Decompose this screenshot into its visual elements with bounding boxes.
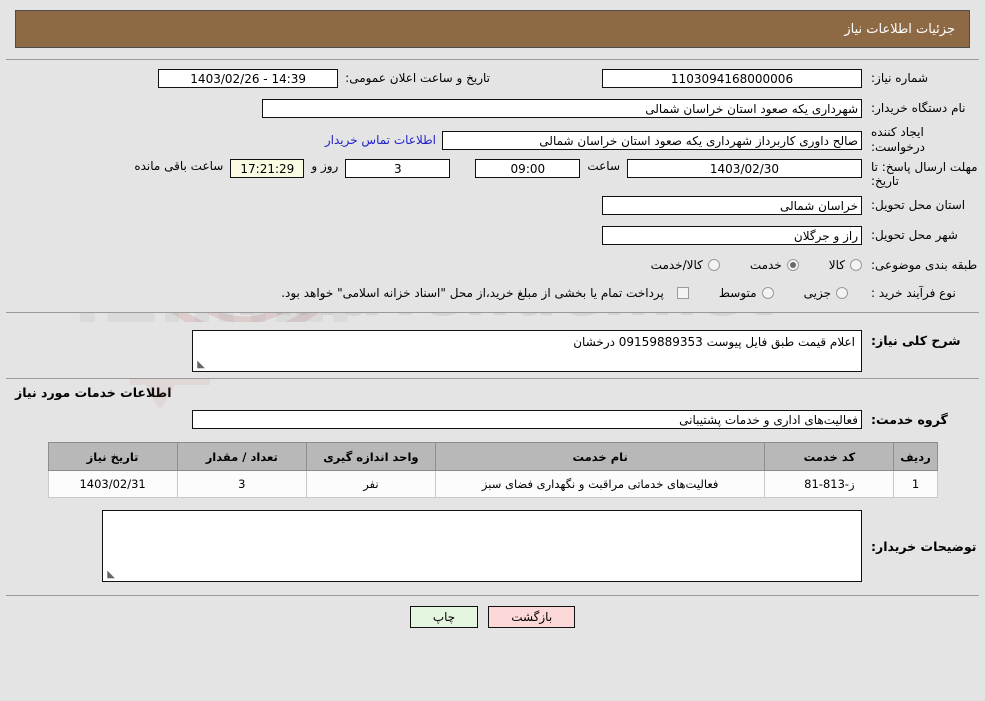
category-option-kala-khedmat-label: کالا/خدمت [650,258,703,272]
row-city: شهر محل تحویل: راز و جرگلان [6,222,979,248]
deadline-time-value: 09:00 [475,159,581,178]
general-description-panel: شرح کلی نیاز: اعلام قیمت طبق فایل پیوست … [6,322,979,379]
cell-unit: نفر [305,470,436,498]
category-option-kala-khedmat[interactable]: کالا/خدمت [651,258,720,272]
remaining-days-value: 3 [345,159,451,178]
col-unit: واحد اندازه گیری [305,442,436,471]
table-row: 1 ز-813-81 فعالیت‌های خدماتی مراقبت و نگ… [47,470,938,498]
resize-grip-icon[interactable]: ◣ [195,360,205,370]
public-announce-value: 14:39 - 1403/02/26 [158,68,339,88]
province-value: خراسان شمالی [602,195,862,215]
deadline-date-value: 1403/02/30 [627,159,862,178]
row-province: استان محل تحویل: خراسان شمالی [6,192,979,218]
service-group-label: گروه خدمت: [871,411,948,427]
category-option-khedmat[interactable]: خدمت [750,258,799,272]
buyer-notes-section: توضیحات خریدار: ◣ [6,510,979,582]
radio-kala-khedmat-icon[interactable] [707,259,720,271]
requester-label: ایجاد کننده درخواست: [871,125,925,154]
process-label: نوع فرآیند خرید : [871,285,956,300]
remaining-hours-label: ساعت باقی مانده [134,159,224,173]
col-need-date: تاریخ نیاز [47,442,178,471]
table-header-row: ردیف کد خدمت نام خدمت واحد اندازه گیری ت… [47,442,938,471]
category-label: طبقه بندی موضوعی: [871,257,978,272]
col-service-code: کد خدمت [764,442,895,471]
city-label: شهر محل تحویل: [871,227,958,242]
buyer-contact-link[interactable]: اطلاعات تماس خریدار [319,133,442,147]
row-general-description: شرح کلی نیاز: اعلام قیمت طبق فایل پیوست … [6,330,979,372]
cell-index: 1 [893,470,938,498]
buyer-notes-label: توضیحات خریدار: [871,538,977,554]
radio-khedmat-icon[interactable] [786,259,799,271]
countdown-timer: 17:21:29 [230,159,305,178]
cell-need-date: 1403/02/31 [47,470,178,498]
general-description-textarea[interactable]: اعلام قیمت طبق فایل پیوست 09159889353 در… [192,330,862,372]
row-deadline: مهلت ارسال پاسخ: تا تاریخ: 1403/02/30 سا… [6,159,979,188]
category-option-kala-label: کالا [828,258,845,272]
need-number-label: شماره نیاز: [871,70,928,85]
buyer-notes-textarea[interactable]: ◣ [102,510,862,582]
col-quantity: تعداد / مقدار [176,442,307,471]
requester-value: صالح داوری کاربرداز شهرداری یکه صعود است… [442,130,862,150]
page-header: جزئیات اطلاعات نیاز [15,10,970,48]
need-number-value: 1103094168000006 [602,68,862,88]
cell-service-name: فعالیت‌های خدماتی مراقبت و نگهداری فضای … [434,470,766,498]
action-button-bar: بازگشت چاپ [0,596,985,628]
print-button[interactable]: چاپ [409,606,479,628]
cell-quantity: 3 [176,470,307,498]
row-process: نوع فرآیند خرید : جزیی متوسط پرداخت تمام… [6,280,979,306]
col-service-name: نام خدمت [434,442,766,471]
need-details-panel: شماره نیاز: 1103094168000006 تاریخ و ساع… [6,59,979,313]
process-option-motevaset[interactable]: متوسط [719,286,774,300]
cell-service-code: ز-813-81 [764,470,895,498]
process-option-jozi-label: جزیی [803,286,831,300]
page-title: جزئیات اطلاعات نیاز [844,21,955,37]
col-index: ردیف [893,442,938,471]
services-heading: اطلاعات خدمات مورد نیاز [15,385,172,400]
row-service-group: گروه خدمت: فعالیت‌های اداری و خدمات پشتی… [6,406,979,432]
process-option-motevaset-label: متوسط [718,286,757,300]
resize-grip-icon-notes[interactable]: ◣ [105,570,115,580]
radio-motevaset-icon[interactable] [761,287,774,299]
category-option-kala[interactable]: کالا [829,258,862,272]
category-option-khedmat-label: خدمت [749,258,782,272]
buyer-org-label: نام دستگاه خریدار: [871,100,966,115]
general-description-value: اعلام قیمت طبق فایل پیوست 09159889353 در… [573,335,855,349]
services-section: اطلاعات خدمات مورد نیاز گروه خدمت: فعالی… [6,379,979,498]
province-label: استان محل تحویل: [871,197,966,212]
city-value: راز و جرگلان [602,225,862,245]
treasury-checkbox[interactable] [676,287,689,299]
deadline-label: مهلت ارسال پاسخ: تا تاریخ: [871,160,978,188]
services-table: ردیف کد خدمت نام خدمت واحد اندازه گیری ت… [47,442,938,498]
hour-label: ساعت [587,159,620,173]
row-need-number: شماره نیاز: 1103094168000006 تاریخ و ساع… [6,65,979,91]
row-buyer-notes: توضیحات خریدار: ◣ [6,510,979,582]
treasury-note-label: پرداخت تمام یا بخشی از مبلغ خرید،از محل … [281,286,664,300]
days-label: روز و [311,159,339,173]
row-category: طبقه بندی موضوعی: کالا خدمت کالا/خدمت [6,252,979,278]
radio-jozi-icon[interactable] [836,287,848,299]
process-option-jozi[interactable]: جزیی [804,286,848,300]
service-group-value: فعالیت‌های اداری و خدمات پشتیبانی [192,409,862,429]
general-description-label: شرح کلی نیاز: [871,333,961,348]
back-button[interactable]: بازگشت [488,606,576,628]
buyer-org-value: شهرداری یکه صعود استان خراسان شمالی [262,98,862,118]
radio-kala-icon[interactable] [850,259,862,271]
row-buyer-org: نام دستگاه خریدار: شهرداری یکه صعود استا… [6,95,979,121]
public-announce-label: تاریخ و ساعت اعلان عمومی: [345,71,490,85]
row-requester: ایجاد کننده درخواست: صالح داوری کاربرداز… [6,125,979,155]
